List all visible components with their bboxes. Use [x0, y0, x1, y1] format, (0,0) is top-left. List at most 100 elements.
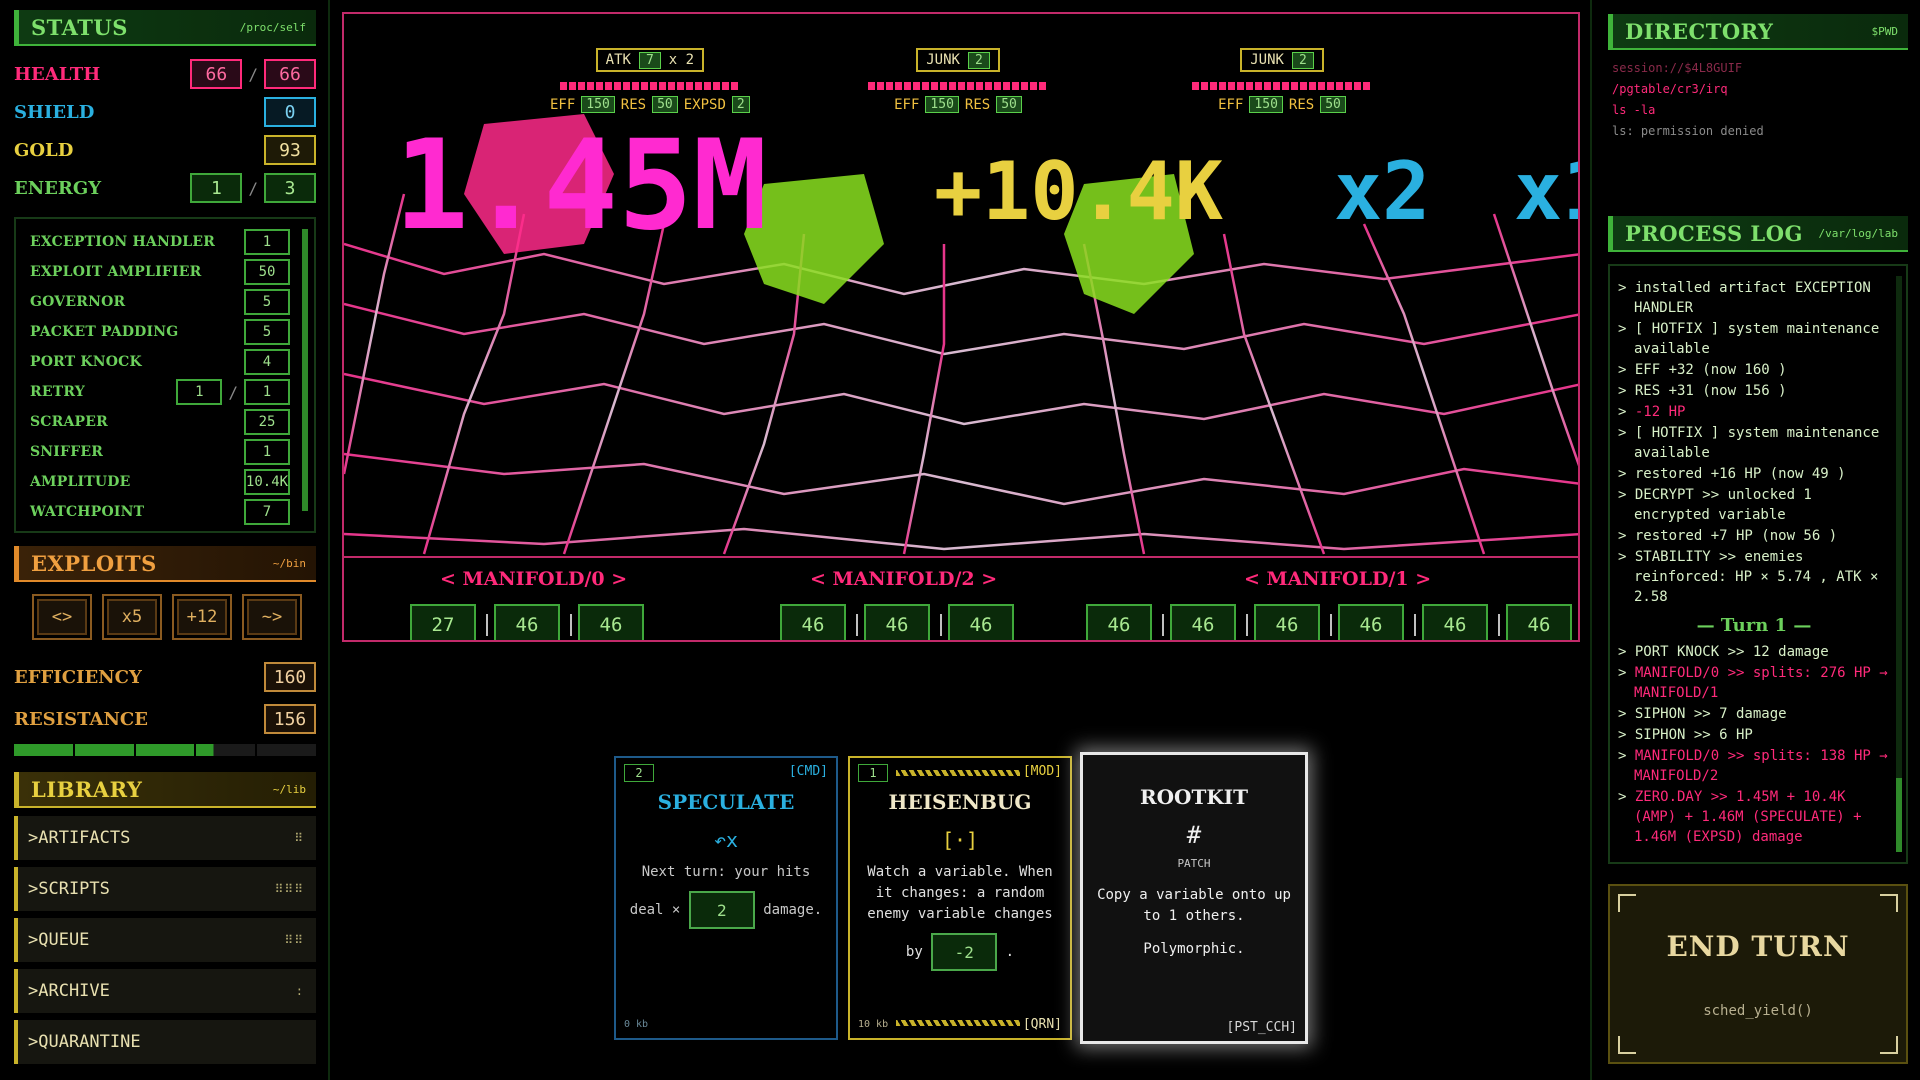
variable-value[interactable]: 50 [244, 259, 290, 285]
exploit-buttons: <> x5 +12 ~> [32, 594, 302, 640]
manifold-separator [486, 614, 488, 636]
eff-value: 150 [1249, 96, 1283, 113]
variable-scrollbar[interactable] [302, 229, 308, 511]
log-scrollbar[interactable] [1896, 276, 1902, 852]
library-item-quarantine[interactable]: >QUARANTINE [14, 1020, 316, 1064]
enemy-1-status[interactable]: JUNK 2 EFF 150 RES 50 [868, 48, 1048, 113]
log-entry: > installed artifact EXCEPTION HANDLER [1618, 280, 1871, 316]
card-desc-line: Polymorphic. [1143, 941, 1245, 957]
efficiency-label: EFFICIENCY [14, 666, 142, 688]
card-desc-line: deal × 2 damage. [628, 891, 824, 929]
variable-label: EXPLOIT AMPLIFIER [30, 264, 202, 280]
enemy-intent-tag: JUNK 2 [1240, 48, 1324, 72]
manifold-cell[interactable]: 46 [578, 604, 644, 640]
variable-label: SCRAPER [30, 414, 108, 430]
log-entry: > MANIFOLD/0 >> splits: 276 HP → MANIFOL… [1618, 665, 1888, 701]
enemy-intent-value: 2 [967, 51, 990, 69]
manifold-cell[interactable]: 46 [1422, 604, 1488, 640]
corner-bracket [1880, 894, 1898, 912]
variable-row[interactable]: WATCHPOINT 7 [16, 497, 314, 527]
variable-value[interactable]: 5 [244, 289, 290, 315]
variable-row[interactable]: EXPLOIT AMPLIFIER 50 [16, 257, 314, 287]
status-title: STATUS [31, 14, 128, 40]
variable-row[interactable]: SCRAPER 25 [16, 407, 314, 437]
manifold-cell[interactable]: 46 [948, 604, 1014, 640]
variable-value[interactable]: 4 [244, 349, 290, 375]
directory-header: DIRECTORY $PWD [1608, 14, 1908, 50]
exploit-button[interactable]: ~> [242, 594, 302, 640]
exploit-button[interactable]: x5 [102, 594, 162, 640]
variable-label: RETRY [30, 384, 85, 400]
card-description: Next turn: your hits deal × 2 damage. [628, 862, 824, 929]
library-item-scripts[interactable]: >SCRIPTS ⠿⠿⠿ [14, 867, 316, 911]
variable-row[interactable]: AMPLITUDE 10.4K [16, 467, 314, 497]
manifold-cell[interactable]: 46 [780, 604, 846, 640]
manifold-cell[interactable]: 46 [1506, 604, 1572, 640]
card-speculate[interactable]: 2 [CMD] SPECULATE ↶x Next turn: your hit… [614, 756, 838, 1040]
corner-bracket [1880, 1036, 1898, 1054]
library-item-archive[interactable]: >ARCHIVE : [14, 969, 316, 1013]
variable-value[interactable]: 7 [244, 499, 290, 525]
corner-bracket [1618, 894, 1636, 912]
variable-row[interactable]: RETRY 1 / 1 [16, 377, 314, 407]
process-log[interactable]: > installed artifact EXCEPTION HANDLER >… [1608, 264, 1908, 864]
manifold-cell[interactable]: 46 [864, 604, 930, 640]
enemy-stats: EFF 150 RES 50 [1218, 96, 1346, 113]
variable-row[interactable]: PORT KNOCK 4 [16, 347, 314, 377]
variable-value[interactable]: 1 [244, 229, 290, 255]
variable-list[interactable]: EXCEPTION HANDLER 1 EXPLOIT AMPLIFIER 50… [14, 217, 316, 533]
variable-row[interactable]: PACKET PADDING 5 [16, 317, 314, 347]
eff-label: EFF [1218, 96, 1244, 113]
card-variable-slot[interactable]: -2 [931, 933, 998, 971]
variable-row[interactable]: SNIFFER 1 [16, 437, 314, 467]
card-name: HEISENBUG [888, 790, 1032, 814]
variable-value[interactable]: 1 [244, 439, 290, 465]
log-entry: > [ HOTFIX ] system maintenance availabl… [1618, 425, 1880, 461]
gold-value: 93 [264, 135, 316, 165]
manifold-cell[interactable]: 27 [410, 604, 476, 640]
directory-output: session://$4L8GUIF /pgtable/cr3/irq ls -… [1612, 58, 1764, 142]
manifold-separator [1498, 614, 1500, 636]
efficiency-row: EFFICIENCY 160 [14, 661, 316, 693]
variable-row[interactable]: GOVERNOR 5 [16, 287, 314, 317]
efficiency-value: 160 [264, 662, 316, 692]
library-item-artifacts[interactable]: >ARTIFACTS ⠿ [14, 816, 316, 860]
exploit-button[interactable]: +12 [172, 594, 232, 640]
manifold-cell[interactable]: 46 [494, 604, 560, 640]
library-item-label: >QUARANTINE [28, 1032, 141, 1052]
eff-value: 150 [581, 96, 615, 113]
log-entry: > PORT KNOCK >> 12 damage [1618, 644, 1829, 660]
end-turn-button[interactable]: END TURN sched_yield() [1608, 884, 1908, 1064]
log-scroll-thumb[interactable] [1896, 778, 1902, 852]
card-heisenbug[interactable]: 1 [MOD] HEISENBUG [·] Watch a variable. … [848, 756, 1072, 1040]
manifold-separator [1246, 614, 1248, 636]
variable-value-left[interactable]: 1 [176, 379, 223, 405]
resistance-row: RESISTANCE 156 [14, 703, 316, 735]
exploit-button[interactable]: <> [32, 594, 92, 640]
end-turn-sub: sched_yield() [1703, 1002, 1813, 1019]
enemy-intent-tag: JUNK 2 [916, 48, 1000, 72]
variable-value[interactable]: 5 [244, 319, 290, 345]
manifold-cell[interactable]: 46 [1086, 604, 1152, 640]
log-entry: > STABILITY >> enemies reinforced: HP × … [1618, 549, 1879, 605]
log-entry: > -12 HP [1618, 404, 1686, 420]
variable-slash: / [228, 382, 238, 402]
enemy-0-status[interactable]: ATK 7 x 2 EFF 150 RES 50 EXPSD 2 [550, 48, 750, 113]
card-subtype: PATCH [1177, 857, 1211, 870]
library-title: LIBRARY [31, 776, 143, 802]
manifold-cell[interactable]: 46 [1170, 604, 1236, 640]
variable-row[interactable]: EXCEPTION HANDLER 1 [16, 227, 314, 257]
manifold-cell[interactable]: 46 [1254, 604, 1320, 640]
library-item-queue[interactable]: >QUEUE ⠿⠿ [14, 918, 316, 962]
card-desc-post: damage. [763, 902, 823, 918]
card-variable-slot[interactable]: 2 [688, 891, 755, 929]
energy-max: 3 [264, 173, 316, 203]
variable-value[interactable]: 25 [244, 409, 290, 435]
enemy-2-status[interactable]: JUNK 2 EFF 150 RES 50 [1192, 48, 1372, 113]
card-rootkit[interactable]: ROOTKIT # PATCH Copy a variable onto up … [1080, 752, 1308, 1044]
extra-value: 2 [731, 96, 750, 113]
variable-label: WATCHPOINT [30, 504, 145, 520]
manifold-cell[interactable]: 46 [1338, 604, 1404, 640]
variable-value[interactable]: 1 [244, 379, 290, 405]
variable-value[interactable]: 10.4K [244, 469, 290, 495]
